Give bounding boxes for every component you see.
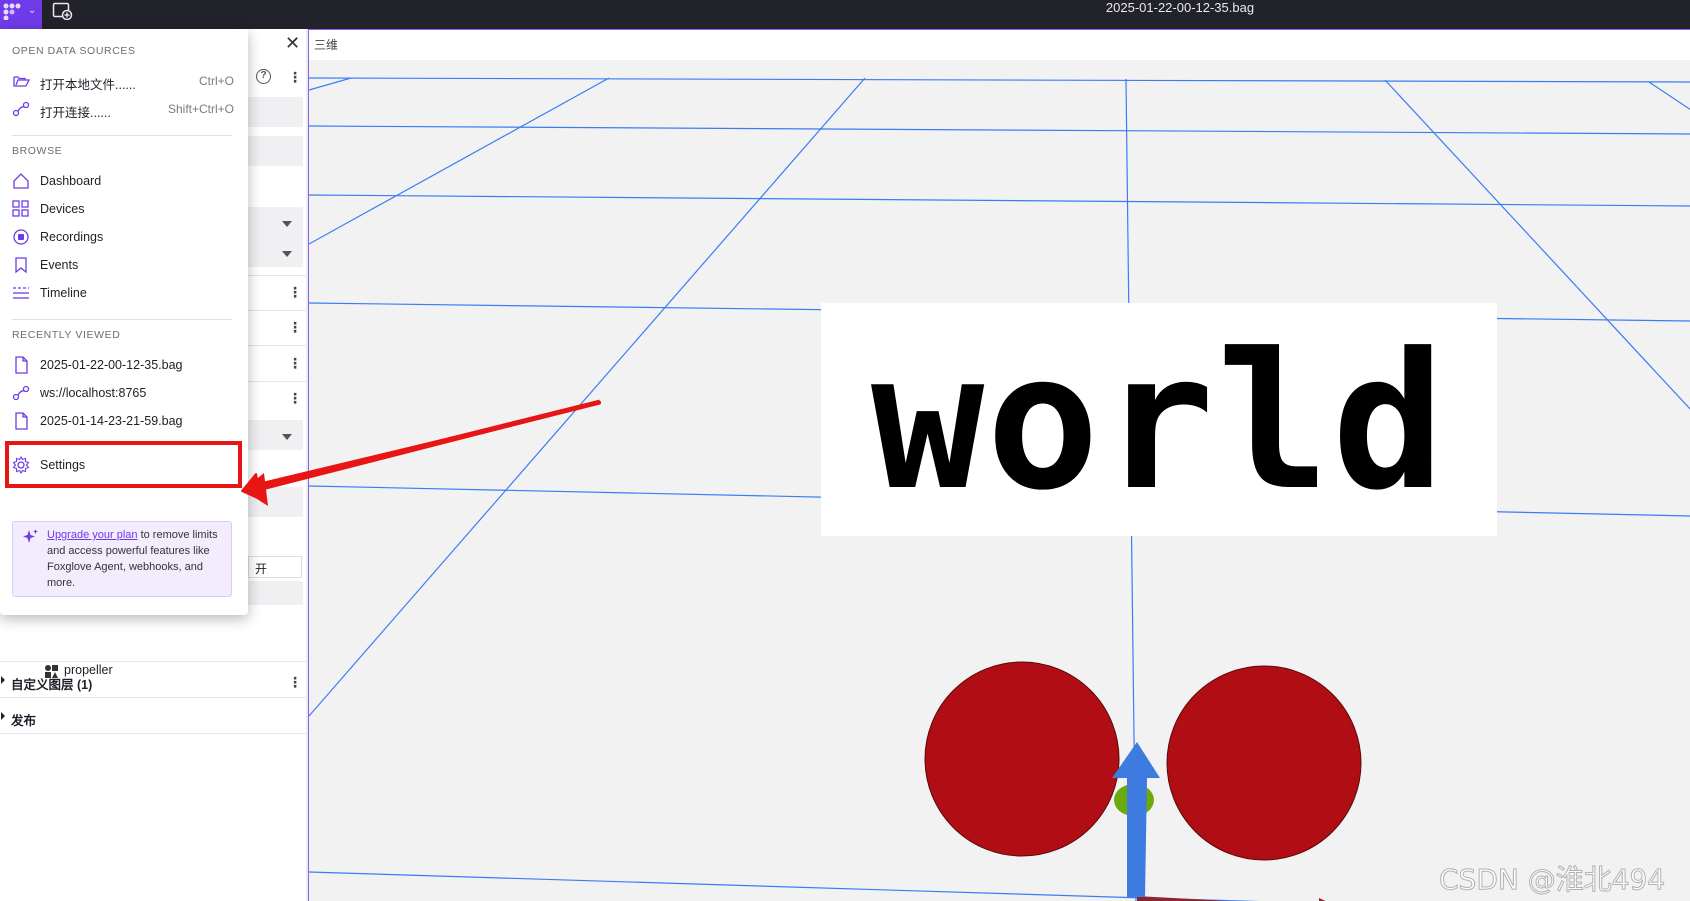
expand-triangle-icon [1, 676, 5, 684]
connection-icon [12, 385, 30, 401]
sphere-right [1166, 665, 1362, 861]
add-panel-icon [52, 2, 73, 21]
sphere-left [924, 661, 1120, 857]
connection-icon [12, 101, 30, 117]
menu-item-open-local-file[interactable]: 打开本地文件...... Ctrl+O [12, 68, 234, 94]
caret-down-icon[interactable] [282, 434, 292, 440]
watermark: CSDN @淮北494 [1438, 863, 1666, 897]
sidebar-field[interactable] [244, 581, 303, 605]
more-options-icon[interactable]: ⋮ [288, 70, 302, 84]
world-label-text: world [871, 313, 1447, 532]
recently-viewed-heading: RECENTLY VIEWED [12, 329, 121, 341]
publish-label: 发布 [11, 714, 37, 728]
more-options-icon[interactable]: ⋮ [288, 675, 302, 689]
close-icon[interactable]: ✕ [285, 34, 300, 52]
recent-item[interactable]: 2025-01-22-00-12-35.bag [12, 352, 234, 378]
recent-item[interactable]: ws://localhost:8765 [12, 380, 234, 406]
file-icon [15, 356, 28, 374]
menu-item-open-connection[interactable]: 打开连接...... Shift+Ctrl+O [12, 96, 234, 122]
sidebar-select[interactable] [244, 207, 303, 237]
upgrade-banner: Upgrade your plan to remove limits and a… [12, 521, 232, 597]
app-menu-button[interactable]: ⌄ [0, 0, 42, 29]
timeline-icon [13, 287, 29, 299]
recent-item[interactable]: 2025-01-14-23-21-59.bag [12, 408, 234, 434]
menu-item-timeline[interactable]: Timeline [12, 280, 234, 306]
chevron-down-icon: ⌄ [28, 5, 37, 16]
browse-heading: BROWSE [12, 145, 63, 157]
open-data-sources-heading: OPEN DATA SOURCES [12, 45, 136, 57]
panel-title: 三维 [314, 38, 339, 52]
record-icon [13, 229, 29, 245]
sidebar-select[interactable] [244, 420, 303, 450]
bookmark-icon [15, 257, 27, 274]
menu-item-devices[interactable]: Devices [12, 196, 234, 222]
menu-item-recordings[interactable]: Recordings [12, 224, 234, 250]
divider [12, 135, 232, 136]
custom-layers-label: 自定义图层 (1) [11, 678, 93, 692]
folder-open-icon [13, 76, 30, 87]
grid-icon [12, 200, 29, 217]
3d-panel[interactable]: 三维 world CSDN @淮北494 [308, 29, 1690, 901]
title-bar: ⌄ 2025-01-22-00-12-35.bag [0, 0, 1690, 29]
custom-layers-section[interactable]: 自定义图层 (1) [0, 662, 306, 698]
divider [12, 319, 232, 320]
sidebar-select[interactable] [244, 237, 303, 267]
axis-x-arrow [1137, 896, 1326, 901]
home-icon [13, 173, 29, 189]
app-menu: OPEN DATA SOURCES 打开本地文件...... Ctrl+O 打开… [0, 29, 248, 615]
sidebar-field[interactable] [244, 97, 303, 127]
more-options-icon[interactable]: ⋮ [288, 356, 302, 370]
publish-section[interactable]: 发布 [0, 698, 306, 734]
caret-down-icon[interactable] [282, 221, 292, 227]
settings-highlight-box [5, 441, 242, 488]
sparkle-icon [23, 529, 38, 543]
more-options-icon[interactable]: ⋮ [288, 391, 302, 405]
panel-toolbar: 三维 [309, 30, 1690, 60]
caret-down-icon[interactable] [282, 251, 292, 257]
foxglove-logo-icon [3, 3, 21, 20]
world-frame-label: world [821, 303, 1497, 536]
sidebar-field[interactable] [244, 487, 303, 517]
more-options-icon[interactable]: ⋮ [288, 320, 302, 334]
more-options-icon[interactable]: ⋮ [288, 285, 302, 299]
add-panel-button[interactable] [52, 2, 74, 21]
window-title: 2025-01-22-00-12-35.bag [1105, 0, 1255, 15]
help-icon[interactable]: ? [256, 69, 271, 84]
file-icon [15, 412, 28, 430]
expand-triangle-icon [1, 712, 5, 720]
toggle-value[interactable]: 开 [248, 556, 302, 578]
menu-item-events[interactable]: Events [12, 252, 234, 278]
upgrade-plan-link[interactable]: Upgrade your plan [47, 529, 138, 541]
sidebar-field[interactable] [244, 136, 303, 166]
menu-item-dashboard[interactable]: Dashboard [12, 168, 234, 194]
